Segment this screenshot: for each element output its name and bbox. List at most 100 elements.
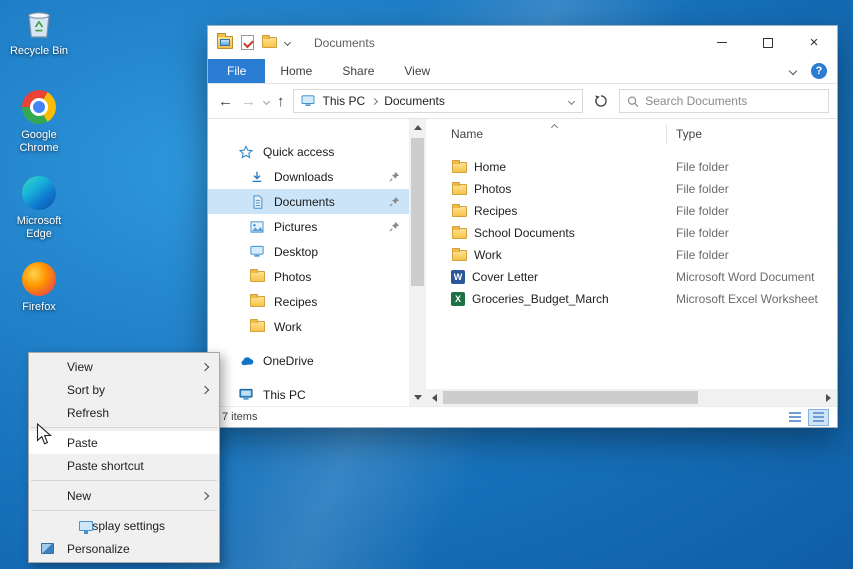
explorer-body: Quick access Downloads Documents Picture… bbox=[208, 119, 837, 406]
file-type: File folder bbox=[676, 182, 729, 196]
up-button[interactable]: ↑ bbox=[277, 94, 285, 109]
context-menu-item-personalize[interactable]: Personalize bbox=[29, 537, 219, 560]
quick-access-toolbar bbox=[208, 33, 292, 50]
tab-home[interactable]: Home bbox=[265, 59, 327, 83]
column-divider[interactable] bbox=[666, 125, 667, 143]
vertical-scrollbar-thumb[interactable] bbox=[411, 138, 424, 286]
qat-customize-chevron-icon[interactable] bbox=[283, 38, 292, 47]
folder-icon bbox=[451, 181, 467, 197]
sidebar-item-onedrive[interactable]: OneDrive bbox=[208, 348, 409, 373]
refresh-button[interactable] bbox=[591, 91, 611, 111]
file-row-school-documents[interactable]: School Documents File folder bbox=[426, 222, 837, 244]
details-view-icon bbox=[788, 412, 801, 422]
word-glyph: W bbox=[453, 272, 463, 282]
word-document-icon: W bbox=[451, 270, 465, 284]
desktop-icon-firefox[interactable]: Firefox bbox=[5, 262, 73, 314]
file-explorer-window: Documents × File Home Share View ? ← → ↑ bbox=[207, 25, 838, 428]
breadcrumb-location[interactable]: This PC bbox=[323, 94, 366, 108]
this-pc-monitor-icon bbox=[238, 387, 254, 403]
scroll-up-button[interactable] bbox=[409, 119, 426, 136]
menu-item-label: Paste bbox=[67, 435, 98, 450]
help-button[interactable]: ? bbox=[811, 63, 827, 79]
titlebar[interactable]: Documents × bbox=[208, 26, 837, 59]
scroll-down-button[interactable] bbox=[409, 389, 426, 406]
file-row-groceries-budget[interactable]: X Groceries_Budget_March Microsoft Excel… bbox=[426, 288, 837, 310]
context-menu-item-paste[interactable]: Paste bbox=[29, 431, 219, 454]
breadcrumb-folder[interactable]: Documents bbox=[384, 94, 445, 108]
file-row-recipes[interactable]: Recipes File folder bbox=[426, 200, 837, 222]
context-menu-item-display-settings[interactable]: Display settings bbox=[29, 514, 219, 537]
recent-locations-chevron-icon[interactable] bbox=[262, 97, 271, 105]
close-button[interactable]: × bbox=[791, 26, 837, 59]
tab-file[interactable]: File bbox=[208, 59, 266, 83]
window-title: Documents bbox=[314, 35, 375, 50]
desktop-icon-recycle-bin[interactable]: Recycle Bin bbox=[5, 6, 73, 58]
menu-item-label: Display settings bbox=[81, 518, 166, 533]
display-settings-icon bbox=[79, 520, 93, 534]
sidebar-item-quick-access[interactable]: Quick access bbox=[208, 139, 409, 164]
collapse-ribbon-chevron-icon[interactable] bbox=[788, 66, 798, 76]
scroll-right-icon bbox=[826, 393, 831, 402]
sidebar-item-recipes[interactable]: Recipes bbox=[208, 289, 409, 314]
large-icons-view-button[interactable] bbox=[808, 408, 829, 426]
sidebar-item-label: OneDrive bbox=[263, 353, 314, 368]
scroll-right-button[interactable] bbox=[820, 389, 837, 406]
personalize-icon bbox=[41, 543, 54, 554]
file-row-cover-letter[interactable]: W Cover Letter Microsoft Word Document bbox=[426, 266, 837, 288]
sidebar-item-photos[interactable]: Photos bbox=[208, 264, 409, 289]
qat-new-folder-icon[interactable] bbox=[262, 35, 277, 48]
explorer-logo-icon bbox=[217, 33, 233, 49]
documents-icon bbox=[249, 194, 265, 210]
sidebar-item-work[interactable]: Work bbox=[208, 314, 409, 339]
file-row-home[interactable]: Home File folder bbox=[426, 156, 837, 178]
sidebar-item-pictures[interactable]: Pictures bbox=[208, 214, 409, 239]
forward-button[interactable]: → bbox=[241, 94, 256, 109]
horizontal-scrollbar[interactable] bbox=[426, 389, 837, 406]
vertical-scrollbar[interactable] bbox=[409, 119, 426, 406]
file-type: File folder bbox=[676, 160, 729, 174]
tab-share[interactable]: Share bbox=[327, 59, 389, 83]
edge-icon bbox=[22, 176, 56, 210]
desktop-context-menu: View Sort by Refresh Paste Paste shortcu… bbox=[28, 352, 220, 563]
scroll-left-button[interactable] bbox=[426, 389, 443, 406]
desktop-icon-google-chrome[interactable]: Google Chrome bbox=[5, 90, 73, 155]
sidebar-item-downloads[interactable]: Downloads bbox=[208, 164, 409, 189]
sidebar-item-label: Recipes bbox=[274, 294, 318, 309]
sidebar-item-this-pc[interactable]: This PC bbox=[208, 382, 409, 407]
address-dropdown-chevron-icon[interactable] bbox=[567, 97, 575, 105]
recycle-bin-icon bbox=[22, 6, 56, 40]
context-menu-item-view[interactable]: View bbox=[29, 355, 219, 378]
column-header-name[interactable]: Name bbox=[451, 119, 483, 149]
tab-view[interactable]: View bbox=[389, 59, 445, 83]
desktop-background[interactable]: Recycle Bin Google Chrome Microsoft Edge… bbox=[0, 0, 853, 569]
horizontal-scrollbar-thumb[interactable] bbox=[443, 391, 698, 404]
file-name: Home bbox=[474, 160, 507, 174]
file-row-photos[interactable]: Photos File folder bbox=[426, 178, 837, 200]
context-menu-item-refresh[interactable]: Refresh bbox=[29, 401, 219, 424]
column-header-type[interactable]: Type bbox=[676, 119, 702, 149]
navigation-bar: ← → ↑ This PC Documents bbox=[208, 84, 837, 119]
file-name: Work bbox=[474, 248, 502, 262]
file-rows: Home File folder Photos File folder Reci… bbox=[426, 156, 837, 310]
sidebar-item-documents[interactable]: Documents bbox=[208, 189, 409, 214]
sidebar-item-label: This PC bbox=[263, 387, 306, 402]
context-menu-item-new[interactable]: New bbox=[29, 484, 219, 507]
excel-worksheet-icon: X bbox=[451, 292, 465, 306]
minimize-button[interactable] bbox=[699, 26, 745, 59]
desktop-icon-microsoft-edge[interactable]: Microsoft Edge bbox=[5, 176, 73, 241]
qat-properties-icon[interactable] bbox=[241, 35, 254, 50]
search-input[interactable] bbox=[645, 94, 821, 108]
file-row-work[interactable]: Work File folder bbox=[426, 244, 837, 266]
maximize-button[interactable] bbox=[745, 26, 791, 59]
context-menu-item-paste-shortcut[interactable]: Paste shortcut bbox=[29, 454, 219, 477]
items-count: 7 items bbox=[222, 411, 258, 423]
downloads-icon bbox=[249, 169, 265, 185]
search-box bbox=[618, 89, 829, 113]
address-bar[interactable]: This PC Documents bbox=[292, 89, 583, 113]
desktop-monitor-icon bbox=[249, 244, 265, 260]
back-button[interactable]: ← bbox=[218, 94, 233, 109]
sidebar-item-desktop[interactable]: Desktop bbox=[208, 239, 409, 264]
details-view-button[interactable] bbox=[784, 409, 805, 426]
context-menu-item-sort-by[interactable]: Sort by bbox=[29, 378, 219, 401]
